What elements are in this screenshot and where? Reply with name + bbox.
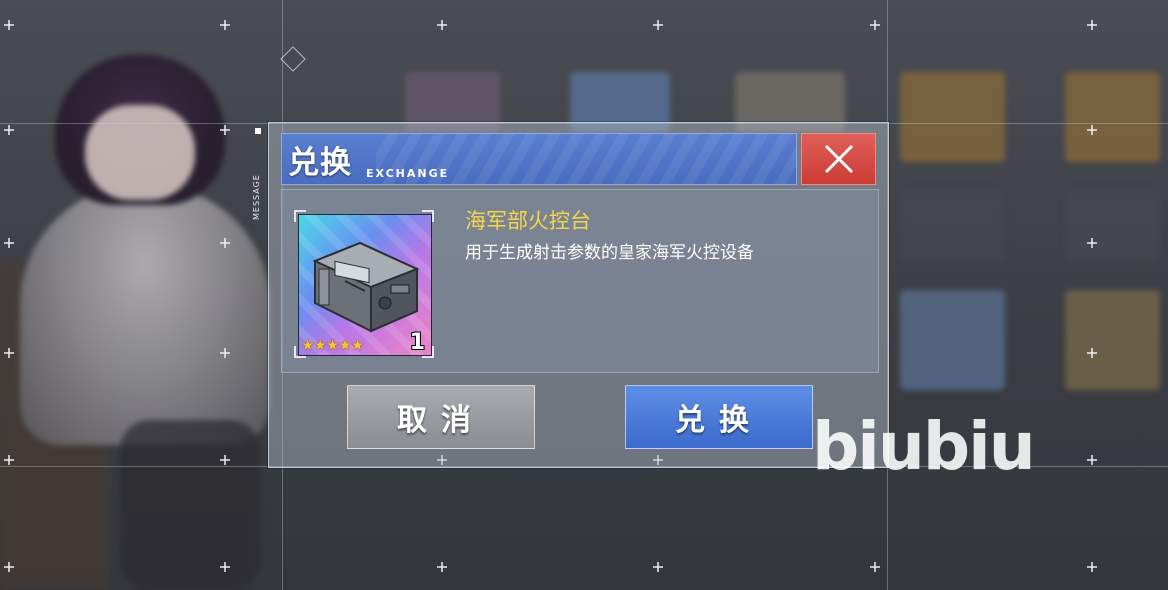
item-description: 用于生成射击参数的皇家海军火控设备 [465, 243, 754, 263]
dialog-title: 兑换 [288, 145, 352, 181]
rarity-stars: ★ ★ ★ ★ ★ [301, 336, 365, 354]
dialog-header: 兑换 EXCHANGE [281, 133, 797, 185]
item-info-panel: ★ ★ ★ ★ ★ 1 海军部火控台 用于生成射击参数的皇家海军火控设备 [281, 189, 879, 373]
star-icon: ★ [350, 336, 365, 354]
close-button[interactable] [801, 133, 876, 185]
star-icon: ★ [338, 336, 352, 354]
dialog-subtitle: EXCHANGE [366, 167, 450, 180]
message-label: MESSAGE [252, 174, 261, 220]
item-count: 1 [409, 330, 425, 355]
watermark-logo: biubiu [812, 408, 1036, 485]
item-name: 海军部火控台 [465, 209, 591, 233]
star-icon: ★ [313, 336, 327, 354]
item-icon-frame: ★ ★ ★ ★ ★ 1 [294, 210, 434, 358]
exchange-button[interactable]: 兑换 [625, 385, 813, 449]
cancel-button[interactable]: 取消 [347, 385, 535, 449]
close-icon [824, 144, 853, 174]
exchange-dialog: 兑换 EXCHANGE ★ ★ ★ ★ ★ 1 海军部火控台 用于生成射击参数的… [268, 122, 889, 468]
fire-control-console-icon: ★ ★ ★ ★ ★ 1 [298, 214, 432, 356]
